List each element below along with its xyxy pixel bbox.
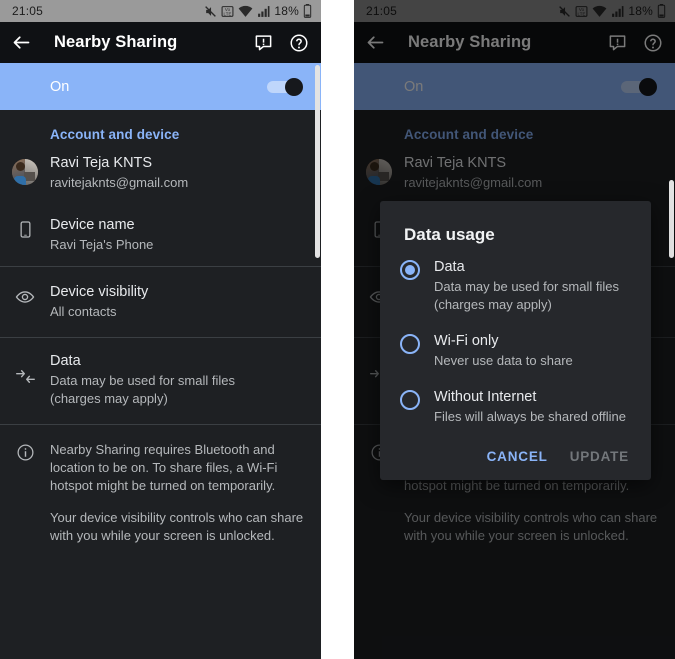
account-email: ravitejaknts@gmail.com bbox=[50, 175, 189, 190]
radio-option-text: Wi-Fi only Never use data to share bbox=[420, 332, 573, 370]
option-label: Data bbox=[434, 259, 465, 275]
option-label: Wi-Fi only bbox=[434, 333, 499, 349]
app-bar-actions bbox=[254, 33, 309, 53]
cancel-button[interactable]: CANCEL bbox=[487, 449, 548, 464]
list-item-text: Data Data may be used for small files (c… bbox=[50, 352, 305, 408]
device-name-value: Ravi Teja's Phone bbox=[50, 237, 154, 252]
signal-icon bbox=[258, 5, 270, 17]
volte-icon: VoLTE bbox=[221, 5, 234, 17]
option-label: Without Internet bbox=[434, 389, 537, 405]
settings-list: Account and device Ravi Teja KNTS ravite… bbox=[0, 110, 321, 557]
screenshot-stage: 21:05 Vo LTE 18% Nearby Sharing On Accou… bbox=[0, 0, 675, 659]
phone-icon-slot bbox=[0, 216, 50, 254]
radio-option-text: Without Internet Files will always be sh… bbox=[420, 388, 626, 426]
eye-icon-slot bbox=[0, 283, 50, 321]
scrollbar-thumb[interactable] bbox=[315, 65, 320, 258]
dialog-title: Data usage bbox=[404, 225, 495, 244]
update-button[interactable]: UPDATE bbox=[570, 449, 629, 464]
footnote-paragraph-1: Nearby Sharing requires Bluetooth and lo… bbox=[50, 442, 278, 493]
data-usage-dialog: Data usage Data Data may be used for sma… bbox=[380, 201, 651, 480]
master-toggle-switch[interactable] bbox=[267, 77, 303, 96]
dialog-actions: CANCEL UPDATE bbox=[380, 435, 651, 472]
mute-icon bbox=[205, 5, 217, 17]
option-sublabel: Data may be used for small files (charge… bbox=[434, 279, 619, 312]
data-title: Data bbox=[50, 353, 81, 369]
app-bar: Nearby Sharing bbox=[0, 22, 321, 63]
device-visibility-value: All contacts bbox=[50, 304, 117, 319]
list-item-device-visibility[interactable]: Device visibility All contacts bbox=[0, 267, 321, 337]
panel-gap bbox=[321, 0, 354, 659]
footnote-block: Nearby Sharing requires Bluetooth and lo… bbox=[0, 425, 321, 557]
list-item-device-name[interactable]: Device name Ravi Teja's Phone bbox=[0, 204, 321, 266]
master-toggle-label: On bbox=[50, 78, 70, 95]
list-item-text: Device visibility All contacts bbox=[50, 283, 305, 321]
footnote-text: Nearby Sharing requires Bluetooth and lo… bbox=[50, 441, 305, 545]
right-phone-screen: 21:05 VoLTE 18% Nearby Sharing On bbox=[354, 0, 675, 659]
scrollbar-thumb[interactable] bbox=[669, 180, 674, 258]
radio-button-selected-icon[interactable] bbox=[400, 260, 420, 280]
radio-option-text: Data Data may be used for small files (c… bbox=[420, 258, 619, 314]
back-arrow-icon[interactable] bbox=[11, 32, 32, 53]
help-icon[interactable] bbox=[289, 33, 309, 53]
battery-icon bbox=[303, 4, 312, 18]
status-bar-icons: VoLTE 18% bbox=[204, 4, 312, 18]
device-visibility-title: Device visibility bbox=[50, 284, 149, 300]
svg-text:LTE: LTE bbox=[224, 11, 232, 16]
option-sublabel: Files will always be shared offline bbox=[434, 409, 626, 424]
account-avatar-slot bbox=[0, 154, 50, 192]
status-bar: 21:05 VoLTE 18% bbox=[0, 0, 321, 22]
list-item-data[interactable]: Data Data may be used for small files (c… bbox=[0, 338, 321, 424]
radio-button-icon[interactable] bbox=[400, 334, 420, 354]
avatar bbox=[12, 159, 38, 185]
list-item-account[interactable]: Ravi Teja KNTS ravitejaknts@gmail.com bbox=[0, 142, 321, 204]
option-sublabel: Never use data to share bbox=[434, 353, 573, 368]
data-transfer-icon bbox=[15, 370, 35, 383]
info-icon bbox=[17, 444, 33, 461]
left-phone-screen: 21:05 Vo LTE 18% Nearby Sharing On Accou… bbox=[0, 0, 321, 659]
wifi-icon bbox=[239, 5, 253, 17]
section-header-account-and-device: Account and device bbox=[50, 127, 180, 142]
radio-option-data[interactable]: Data Data may be used for small files (c… bbox=[380, 249, 651, 323]
list-item-text: Ravi Teja KNTS ravitejaknts@gmail.com bbox=[50, 154, 305, 192]
status-bar-time: 21:05 bbox=[12, 4, 44, 18]
list-item-text: Device name Ravi Teja's Phone bbox=[50, 216, 305, 254]
radio-option-wifi-only[interactable]: Wi-Fi only Never use data to share bbox=[380, 323, 651, 379]
data-subtitle: Data may be used for small files (charge… bbox=[50, 373, 235, 406]
footnote-paragraph-2: Your device visibility controls who can … bbox=[50, 510, 304, 543]
info-icon-slot bbox=[0, 441, 50, 545]
feedback-icon[interactable] bbox=[254, 33, 273, 52]
switch-knob bbox=[285, 77, 303, 96]
radio-button-icon[interactable] bbox=[400, 390, 420, 410]
device-name-title: Device name bbox=[50, 217, 135, 233]
eye-icon bbox=[15, 291, 35, 303]
page-title: Nearby Sharing bbox=[54, 33, 178, 51]
account-name: Ravi Teja KNTS bbox=[50, 155, 153, 171]
battery-percent-label: 18% bbox=[274, 4, 299, 18]
phone-icon bbox=[20, 221, 30, 238]
radio-option-without-internet[interactable]: Without Internet Files will always be sh… bbox=[380, 379, 651, 435]
data-transfer-icon-slot bbox=[0, 352, 50, 408]
nearby-sharing-master-toggle-row[interactable]: On bbox=[0, 63, 321, 110]
